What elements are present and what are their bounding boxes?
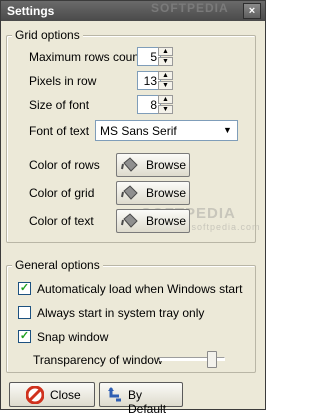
font-of-text-select[interactable]: MS Sans Serif ▼: [95, 120, 238, 141]
undo-arrow-icon: [108, 387, 121, 402]
window-title: Settings: [7, 4, 55, 18]
color-text-browse-button[interactable]: Browse: [116, 209, 190, 233]
snap-window-checkbox[interactable]: ✓: [18, 330, 31, 343]
spin-up-icon[interactable]: ▲: [158, 47, 173, 56]
pixels-in-row-label: Pixels in row: [29, 74, 97, 88]
transparency-slider-thumb[interactable]: [207, 351, 217, 368]
max-rows-label: Maximum rows count: [29, 50, 143, 64]
start-tray-label[interactable]: Always start in system tray only: [37, 306, 204, 320]
spin-up-icon[interactable]: ▲: [158, 71, 173, 80]
browse-label: Browse: [146, 158, 187, 172]
font-size-spinner[interactable]: ▲ ▼: [158, 95, 173, 114]
grid-options-title: Grid options: [12, 28, 83, 42]
general-options-title: General options: [12, 258, 103, 272]
paint-bucket-icon: [121, 213, 138, 228]
chevron-down-icon[interactable]: ▼: [220, 123, 235, 138]
close-button-label: Close: [50, 388, 81, 402]
paint-bucket-icon: [121, 185, 138, 200]
spin-down-icon[interactable]: ▼: [158, 105, 173, 114]
snap-window-label[interactable]: Snap window: [37, 330, 108, 344]
transparency-label: Transparency of window: [33, 353, 163, 367]
spin-down-icon[interactable]: ▼: [158, 57, 173, 66]
watermark-top: SOFTPEDIA: [151, 1, 229, 15]
by-default-button[interactable]: By Default: [99, 382, 183, 416]
window-close-button[interactable]: ×: [243, 3, 261, 19]
autoload-label[interactable]: Automaticaly load when Windows start: [37, 282, 242, 296]
start-tray-checkbox[interactable]: [18, 306, 31, 319]
by-default-button-label: By Default: [128, 388, 167, 416]
no-entry-icon: [26, 386, 44, 404]
pixels-in-row-spinner[interactable]: ▲ ▼: [158, 71, 173, 90]
color-grid-label: Color of grid: [29, 186, 95, 200]
browse-label: Browse: [146, 214, 187, 228]
autoload-checkbox[interactable]: ✓: [18, 282, 31, 295]
settings-window: Settings × SOFTPEDIA SOFTPEDIA www.softp…: [0, 0, 266, 416]
color-grid-browse-button[interactable]: Browse: [116, 181, 190, 205]
max-rows-spinner[interactable]: ▲ ▼: [158, 47, 173, 66]
browse-label: Browse: [146, 186, 187, 200]
font-size-label: Size of font: [29, 98, 90, 112]
font-select-value: MS Sans Serif: [100, 124, 177, 138]
paint-bucket-icon: [121, 157, 138, 172]
font-of-text-label: Font of text: [29, 124, 90, 138]
color-rows-browse-button[interactable]: Browse: [116, 153, 190, 177]
spin-up-icon[interactable]: ▲: [158, 95, 173, 104]
color-rows-label: Color of rows: [29, 158, 100, 172]
color-text-label: Color of text: [29, 214, 94, 228]
spin-down-icon[interactable]: ▼: [158, 81, 173, 90]
close-button[interactable]: Close: [9, 382, 95, 407]
